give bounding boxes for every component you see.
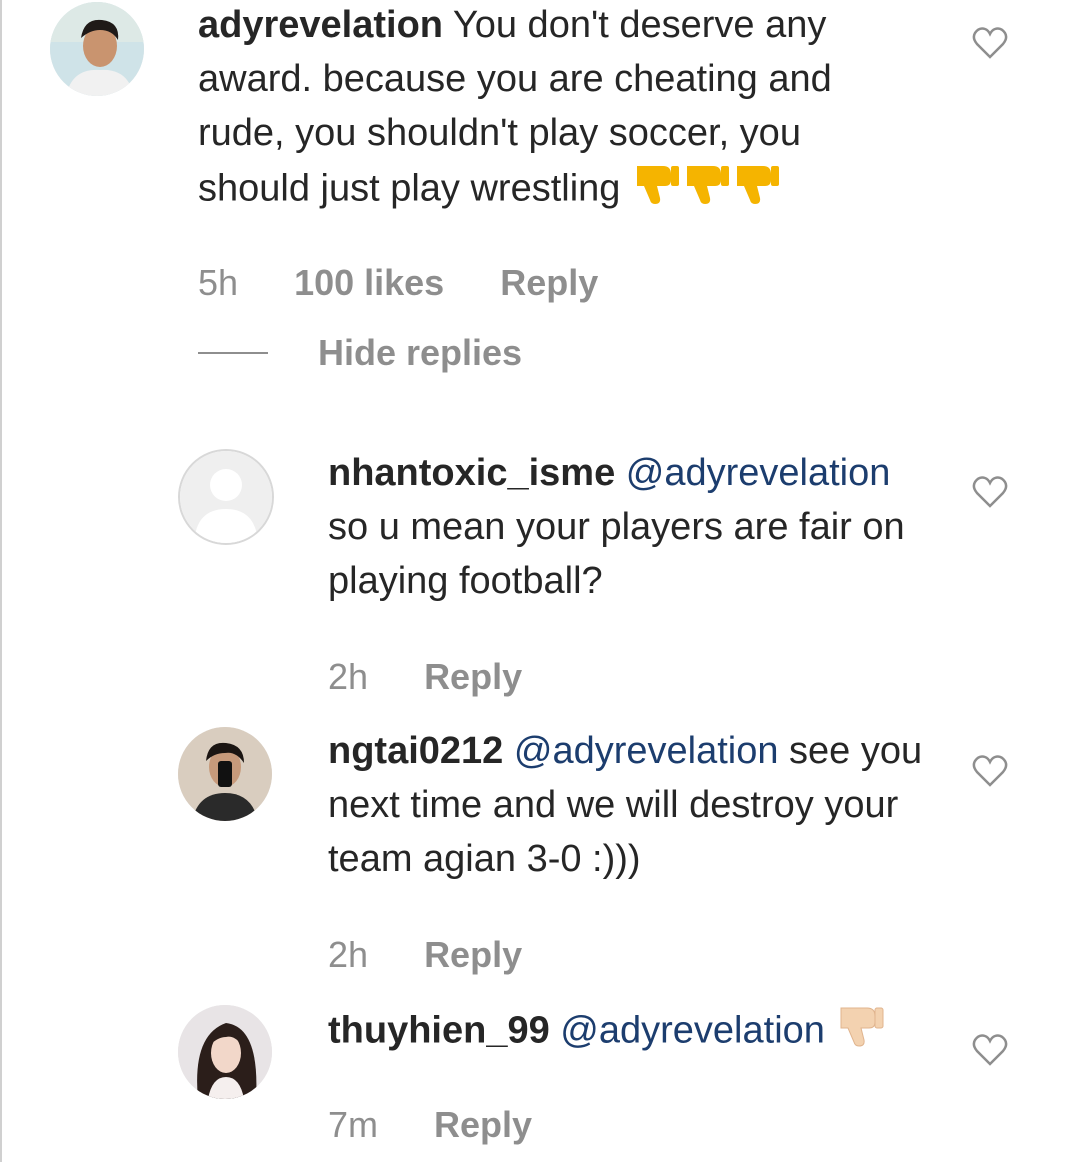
comment-username[interactable]: adyrevelation	[198, 4, 443, 46]
reply-username[interactable]: nhantoxic_isme	[328, 452, 615, 494]
reply-body: so u mean your players are fair on playi…	[328, 506, 905, 602]
hide-replies-button[interactable]: Hide replies	[318, 332, 522, 374]
reply-text: ngtai0212 @adyrevelation see you next ti…	[328, 724, 928, 886]
reply-text: nhantoxic_isme @adyrevelation so u mean …	[328, 446, 928, 608]
comment-text: adyrevelation You don't deserve any awar…	[198, 0, 918, 221]
avatar-image	[178, 727, 272, 821]
avatar-nhantoxic[interactable]	[178, 449, 274, 545]
avatar-thuyhien[interactable]	[178, 1005, 272, 1099]
heart-outline-icon[interactable]	[972, 1033, 1008, 1067]
mention-link[interactable]: @adyrevelation	[514, 730, 779, 772]
mention-link[interactable]: @adyrevelation	[626, 452, 891, 494]
reply-meta: 2h Reply	[328, 934, 568, 976]
reply-text: thuyhien_99 @adyrevelation	[328, 1002, 948, 1063]
reply-username[interactable]: thuyhien_99	[328, 1010, 550, 1052]
mention-link[interactable]: @adyrevelation	[560, 1010, 825, 1052]
reply-button[interactable]: Reply	[500, 262, 598, 303]
reply-meta: 7m Reply	[328, 1104, 578, 1146]
default-avatar-icon	[180, 451, 272, 543]
heart-outline-icon[interactable]	[972, 475, 1008, 509]
reply-button[interactable]: Reply	[424, 656, 522, 697]
reply-time: 7m	[328, 1104, 379, 1145]
reply-time: 2h	[328, 656, 369, 697]
reply-username[interactable]: ngtai0212	[328, 730, 503, 772]
avatar-ngtai0212[interactable]	[178, 727, 272, 821]
likes-count[interactable]: 100 likes	[294, 262, 444, 303]
reply-button[interactable]: Reply	[434, 1104, 532, 1145]
replies-divider	[198, 352, 268, 354]
reply-button[interactable]: Reply	[424, 934, 522, 975]
thumbs-down-emoji	[631, 160, 781, 221]
heart-outline-icon[interactable]	[972, 26, 1008, 60]
left-border	[0, 0, 2, 1162]
heart-outline-icon[interactable]	[972, 754, 1008, 788]
comment-time: 5h	[198, 262, 239, 303]
comment-meta: 5h 100 likes Reply	[198, 262, 644, 304]
avatar-image	[178, 1005, 272, 1099]
reply-time: 2h	[328, 934, 369, 975]
thumbs-down-emoji	[835, 1002, 885, 1063]
avatar-image	[50, 2, 144, 96]
avatar-adyrevelation[interactable]	[50, 2, 144, 96]
reply-body-inline: see	[789, 730, 851, 772]
reply-meta: 2h Reply	[328, 656, 568, 698]
